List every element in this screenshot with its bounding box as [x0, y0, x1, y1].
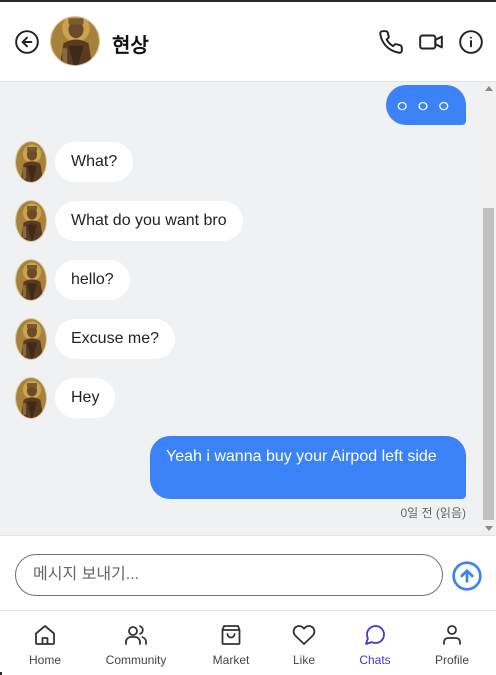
users-icon	[125, 625, 147, 645]
nav-item-chats[interactable]: Chats	[348, 611, 402, 675]
nav-label: Chats	[359, 653, 391, 667]
chat-scrollbar[interactable]	[481, 82, 496, 535]
message-input[interactable]	[15, 554, 443, 596]
avatar[interactable]	[15, 377, 47, 419]
home-icon	[35, 625, 55, 645]
arrow-left-circle-icon[interactable]	[14, 29, 40, 55]
nav-item-home[interactable]: Home	[18, 611, 72, 675]
incoming-message-bubble: What?	[55, 142, 134, 182]
message-composer	[0, 535, 496, 610]
incoming-message-bubble: hello?	[55, 260, 130, 300]
message-timestamp: 0일 전 (읽음)	[400, 506, 467, 520]
nav-item-like[interactable]: Like	[277, 611, 331, 675]
nav-label: Community	[105, 653, 167, 667]
nav-label: Profile	[434, 653, 469, 667]
nav-item-market[interactable]: Market	[204, 611, 258, 675]
nav-label: Home	[28, 653, 61, 667]
user-icon	[443, 625, 461, 645]
phone-icon[interactable]	[378, 29, 404, 55]
scroll-up-arrow[interactable]	[485, 86, 493, 91]
shopping-bag-icon	[221, 625, 241, 645]
incoming-message-bubble: Hey	[55, 378, 116, 418]
outgoing-message-bubble: Yeah i wanna buy your Airpod left side	[150, 436, 466, 499]
scroll-thumb[interactable]	[483, 208, 494, 520]
nav-item-profile[interactable]: Profile	[425, 611, 479, 675]
avatar[interactable]	[15, 259, 47, 301]
info-icon[interactable]	[458, 29, 484, 55]
contact-avatar[interactable]	[50, 16, 100, 66]
contact-name: 현상	[112, 35, 149, 57]
avatar[interactable]	[15, 141, 47, 183]
nav-label: Market	[212, 653, 250, 667]
video-icon[interactable]	[418, 29, 444, 55]
chat-header: 현상	[0, 2, 496, 82]
typing-indicator-bubble: ㅇㅇㅇ	[386, 85, 466, 125]
incoming-message-bubble: Excuse me?	[55, 319, 176, 359]
heart-icon	[292, 625, 316, 645]
bottom-navigation: Home Community Market Like Chats Profile	[0, 610, 496, 675]
chat-bubble-icon	[365, 625, 385, 645]
avatar[interactable]	[15, 200, 47, 242]
avatar[interactable]	[15, 318, 47, 360]
incoming-message-bubble: What do you want bro	[55, 201, 243, 241]
scroll-down-arrow[interactable]	[485, 526, 493, 531]
message-list[interactable]: ㅇㅇㅇ What? What do you want bro hello? Ex…	[0, 82, 481, 535]
arrow-up-circle-icon[interactable]	[451, 560, 483, 592]
nav-item-community[interactable]: Community	[100, 611, 172, 675]
nav-label: Like	[292, 653, 315, 667]
